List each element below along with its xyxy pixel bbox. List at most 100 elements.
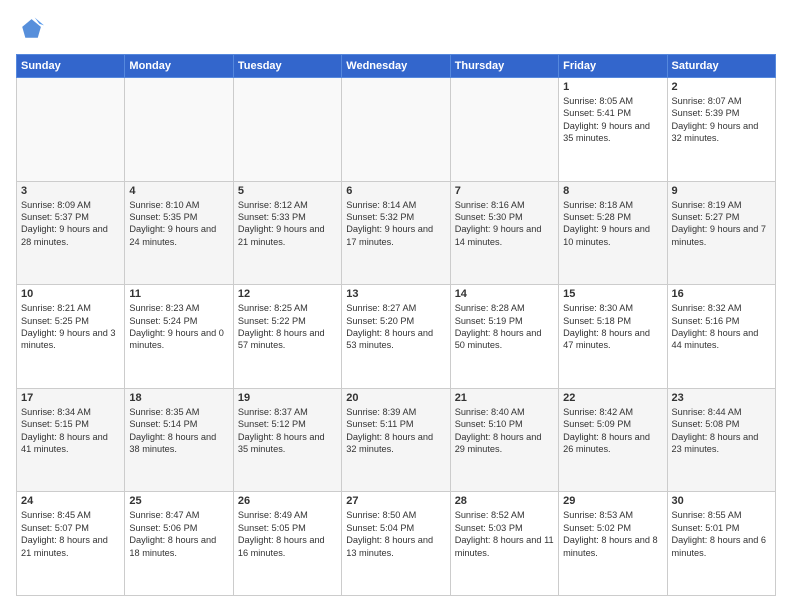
cell-details: Sunrise: 8:30 AM Sunset: 5:18 PM Dayligh…: [563, 302, 662, 352]
day-number: 16: [672, 288, 771, 300]
cell-details: Sunrise: 8:39 AM Sunset: 5:11 PM Dayligh…: [346, 406, 445, 456]
day-number: 4: [129, 185, 228, 197]
day-number: 22: [563, 392, 662, 404]
calendar-cell: 15 Sunrise: 8:30 AM Sunset: 5:18 PM Dayli…: [559, 285, 667, 389]
calendar-cell: [233, 78, 341, 182]
calendar-week-1: 1 Sunrise: 8:05 AM Sunset: 5:41 PM Daylig…: [17, 78, 776, 182]
calendar-cell: 5 Sunrise: 8:12 AM Sunset: 5:33 PM Daylig…: [233, 181, 341, 285]
cell-details: Sunrise: 8:40 AM Sunset: 5:10 PM Dayligh…: [455, 406, 554, 456]
calendar-cell: 17 Sunrise: 8:34 AM Sunset: 5:15 PM Dayli…: [17, 388, 125, 492]
day-number: 7: [455, 185, 554, 197]
cell-details: Sunrise: 8:50 AM Sunset: 5:04 PM Dayligh…: [346, 509, 445, 559]
calendar-cell: 27 Sunrise: 8:50 AM Sunset: 5:04 PM Dayli…: [342, 492, 450, 596]
cell-details: Sunrise: 8:32 AM Sunset: 5:16 PM Dayligh…: [672, 302, 771, 352]
calendar-cell: 29Sunrise: 8:53 AM Sunset: 5:02 PM Dayli…: [559, 492, 667, 596]
day-number: 28: [455, 495, 554, 507]
logo: [16, 16, 48, 44]
calendar-cell: 28Sunrise: 8:52 AM Sunset: 5:03 PM Dayli…: [450, 492, 558, 596]
cell-details: Sunrise: 8:44 AM Sunset: 5:08 PM Dayligh…: [672, 406, 771, 456]
day-number: 2: [672, 81, 771, 93]
calendar-cell: 24 Sunrise: 8:45 AM Sunset: 5:07 PM Dayli…: [17, 492, 125, 596]
day-number: 20: [346, 392, 445, 404]
col-header-sunday: Sunday: [17, 55, 125, 78]
calendar-week-2: 3Sunrise: 8:09 AM Sunset: 5:37 PM Daylig…: [17, 181, 776, 285]
col-header-saturday: Saturday: [667, 55, 775, 78]
calendar-cell: 12 Sunrise: 8:25 AM Sunset: 5:22 PM Dayli…: [233, 285, 341, 389]
cell-details: Sunrise: 8:23 AM Sunset: 5:24 PM Dayligh…: [129, 302, 228, 352]
header: [16, 16, 776, 44]
logo-icon: [16, 16, 44, 44]
cell-details: Sunrise: 8:16 AM Sunset: 5:30 PM Dayligh…: [455, 199, 554, 249]
cell-details: Sunrise: 8:47 AM Sunset: 5:06 PM Dayligh…: [129, 509, 228, 559]
day-number: 1: [563, 81, 662, 93]
calendar-header-row: SundayMondayTuesdayWednesdayThursdayFrid…: [17, 55, 776, 78]
calendar-cell: 14Sunrise: 8:28 AM Sunset: 5:19 PM Dayli…: [450, 285, 558, 389]
cell-details: Sunrise: 8:25 AM Sunset: 5:22 PM Dayligh…: [238, 302, 337, 352]
calendar-cell: 1 Sunrise: 8:05 AM Sunset: 5:41 PM Daylig…: [559, 78, 667, 182]
calendar-cell: 26Sunrise: 8:49 AM Sunset: 5:05 PM Dayli…: [233, 492, 341, 596]
col-header-wednesday: Wednesday: [342, 55, 450, 78]
day-number: 6: [346, 185, 445, 197]
cell-details: Sunrise: 8:37 AM Sunset: 5:12 PM Dayligh…: [238, 406, 337, 456]
calendar-cell: 6Sunrise: 8:14 AM Sunset: 5:32 PM Daylig…: [342, 181, 450, 285]
day-number: 11: [129, 288, 228, 300]
calendar-cell: [17, 78, 125, 182]
cell-details: Sunrise: 8:28 AM Sunset: 5:19 PM Dayligh…: [455, 302, 554, 352]
col-header-friday: Friday: [559, 55, 667, 78]
calendar-cell: [342, 78, 450, 182]
cell-details: Sunrise: 8:09 AM Sunset: 5:37 PM Dayligh…: [21, 199, 120, 249]
day-number: 21: [455, 392, 554, 404]
calendar-cell: 30 Sunrise: 8:55 AM Sunset: 5:01 PM Dayli…: [667, 492, 775, 596]
calendar-cell: 9Sunrise: 8:19 AM Sunset: 5:27 PM Daylig…: [667, 181, 775, 285]
calendar-cell: 18 Sunrise: 8:35 AM Sunset: 5:14 PM Dayli…: [125, 388, 233, 492]
cell-details: Sunrise: 8:19 AM Sunset: 5:27 PM Dayligh…: [672, 199, 771, 249]
calendar-cell: [125, 78, 233, 182]
cell-details: Sunrise: 8:45 AM Sunset: 5:07 PM Dayligh…: [21, 509, 120, 559]
day-number: 12: [238, 288, 337, 300]
col-header-thursday: Thursday: [450, 55, 558, 78]
calendar-cell: 23 Sunrise: 8:44 AM Sunset: 5:08 PM Dayli…: [667, 388, 775, 492]
calendar-cell: [450, 78, 558, 182]
calendar-cell: 8 Sunrise: 8:18 AM Sunset: 5:28 PM Daylig…: [559, 181, 667, 285]
day-number: 29: [563, 495, 662, 507]
day-number: 30: [672, 495, 771, 507]
calendar-week-5: 24 Sunrise: 8:45 AM Sunset: 5:07 PM Dayli…: [17, 492, 776, 596]
cell-details: Sunrise: 8:12 AM Sunset: 5:33 PM Dayligh…: [238, 199, 337, 249]
cell-details: Sunrise: 8:05 AM Sunset: 5:41 PM Dayligh…: [563, 95, 662, 145]
calendar-week-3: 10Sunrise: 8:21 AM Sunset: 5:25 PM Dayli…: [17, 285, 776, 389]
cell-details: Sunrise: 8:07 AM Sunset: 5:39 PM Dayligh…: [672, 95, 771, 145]
calendar-cell: 25 Sunrise: 8:47 AM Sunset: 5:06 PM Dayli…: [125, 492, 233, 596]
cell-details: Sunrise: 8:42 AM Sunset: 5:09 PM Dayligh…: [563, 406, 662, 456]
day-number: 17: [21, 392, 120, 404]
calendar-week-4: 17 Sunrise: 8:34 AM Sunset: 5:15 PM Dayli…: [17, 388, 776, 492]
cell-details: Sunrise: 8:10 AM Sunset: 5:35 PM Dayligh…: [129, 199, 228, 249]
day-number: 8: [563, 185, 662, 197]
calendar-cell: 10Sunrise: 8:21 AM Sunset: 5:25 PM Dayli…: [17, 285, 125, 389]
calendar-cell: 7 Sunrise: 8:16 AM Sunset: 5:30 PM Daylig…: [450, 181, 558, 285]
calendar-cell: 2 Sunrise: 8:07 AM Sunset: 5:39 PM Daylig…: [667, 78, 775, 182]
calendar-table: SundayMondayTuesdayWednesdayThursdayFrid…: [16, 54, 776, 596]
col-header-monday: Monday: [125, 55, 233, 78]
calendar-cell: 20 Sunrise: 8:39 AM Sunset: 5:11 PM Dayli…: [342, 388, 450, 492]
calendar-cell: 22 Sunrise: 8:42 AM Sunset: 5:09 PM Dayli…: [559, 388, 667, 492]
day-number: 23: [672, 392, 771, 404]
day-number: 13: [346, 288, 445, 300]
calendar-cell: 3Sunrise: 8:09 AM Sunset: 5:37 PM Daylig…: [17, 181, 125, 285]
cell-details: Sunrise: 8:34 AM Sunset: 5:15 PM Dayligh…: [21, 406, 120, 456]
day-number: 15: [563, 288, 662, 300]
day-number: 26: [238, 495, 337, 507]
cell-details: Sunrise: 8:18 AM Sunset: 5:28 PM Dayligh…: [563, 199, 662, 249]
cell-details: Sunrise: 8:55 AM Sunset: 5:01 PM Dayligh…: [672, 509, 771, 559]
calendar-cell: 21 Sunrise: 8:40 AM Sunset: 5:10 PM Dayli…: [450, 388, 558, 492]
day-number: 25: [129, 495, 228, 507]
cell-details: Sunrise: 8:27 AM Sunset: 5:20 PM Dayligh…: [346, 302, 445, 352]
day-number: 18: [129, 392, 228, 404]
calendar-cell: 4 Sunrise: 8:10 AM Sunset: 5:35 PM Daylig…: [125, 181, 233, 285]
day-number: 24: [21, 495, 120, 507]
calendar-cell: 16 Sunrise: 8:32 AM Sunset: 5:16 PM Dayli…: [667, 285, 775, 389]
calendar-cell: 19Sunrise: 8:37 AM Sunset: 5:12 PM Dayli…: [233, 388, 341, 492]
cell-details: Sunrise: 8:35 AM Sunset: 5:14 PM Dayligh…: [129, 406, 228, 456]
day-number: 5: [238, 185, 337, 197]
day-number: 10: [21, 288, 120, 300]
day-number: 27: [346, 495, 445, 507]
